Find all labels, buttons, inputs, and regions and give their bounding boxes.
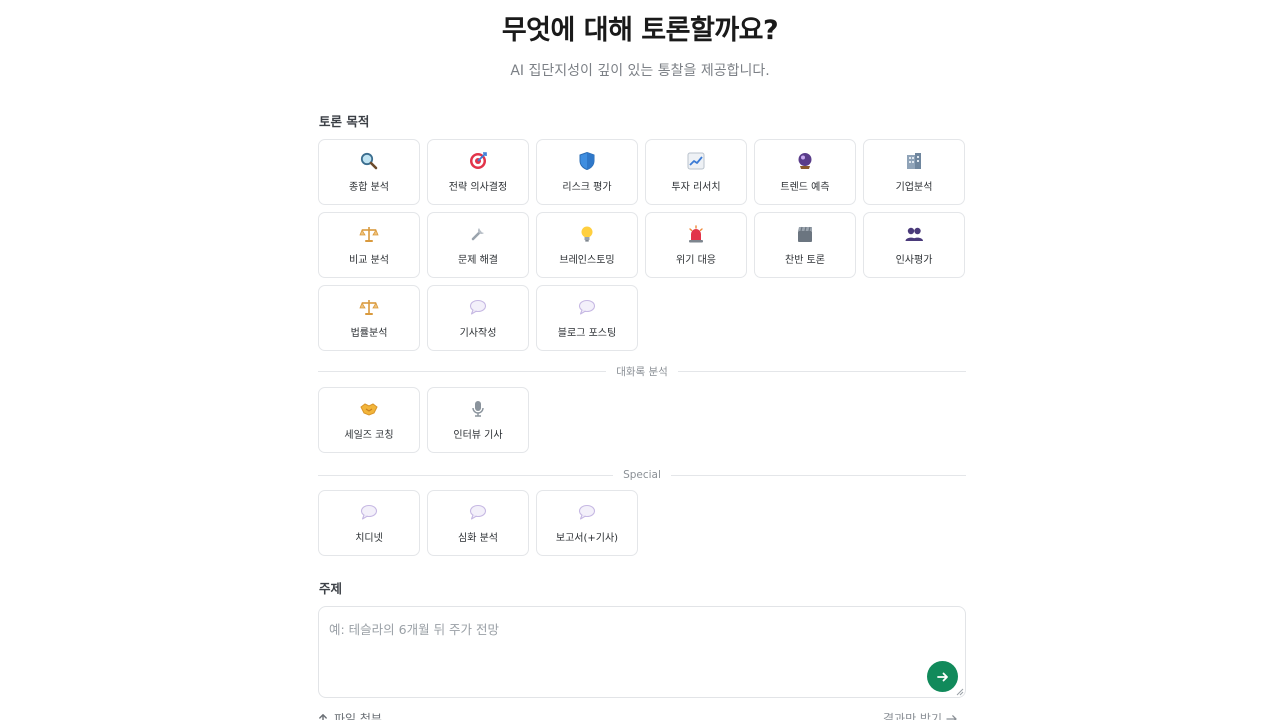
page-subtitle: AI 집단지성이 깊이 있는 통찰을 제공합니다. (510, 63, 770, 79)
handshake-icon (359, 399, 379, 419)
card-label: 심화 분석 (458, 533, 498, 544)
topic-label: 주제 (319, 581, 343, 596)
speech-bubble-icon (577, 502, 597, 522)
card-리스크-평가[interactable]: 리스크 평가 (536, 139, 638, 205)
purpose-section-label: 토론 목적 (319, 114, 370, 129)
page: 무엇에 대해 토론할까요? AI 집단지성이 깊이 있는 통찰을 제공합니다. … (0, 0, 1280, 720)
card-label: 전략 의사결정 (448, 182, 508, 193)
card-label: 보고서(+기사) (555, 533, 619, 544)
people-icon (904, 224, 924, 244)
card-심화-분석[interactable]: 심화 분석 (427, 490, 529, 556)
divider-line (318, 474, 614, 476)
speech-bubble-icon (577, 297, 597, 317)
card-label: 브레인스토밍 (559, 255, 615, 266)
microphone-icon (468, 399, 488, 419)
building-icon (904, 151, 924, 171)
speech-bubble-icon (468, 297, 488, 317)
scale-icon (359, 224, 379, 244)
card-투자-리서치[interactable]: 투자 리서치 (645, 139, 747, 205)
card-기업분석[interactable]: 기업분석 (863, 139, 965, 205)
attach-file-button[interactable]: 파일 첨부 (318, 710, 382, 720)
card-보고서-기사[interactable]: 보고서(+기사) (536, 490, 638, 556)
card-종합-분석[interactable]: 종합 분석 (318, 139, 420, 205)
card-label: 기사작성 (459, 328, 497, 339)
special-divider: Special (318, 468, 966, 482)
divider-line (670, 474, 966, 476)
card-브레인스토밍[interactable]: 브레인스토밍 (536, 212, 638, 278)
card-label: 종합 분석 (349, 182, 389, 193)
special-grid: 치디넷 심화 분석 보고서(+기사) (318, 490, 966, 556)
clapperboard-icon (795, 224, 815, 244)
card-label: 인터뷰 기사 (453, 430, 503, 441)
special-divider-label: Special (623, 469, 661, 481)
card-인사평가[interactable]: 인사평가 (863, 212, 965, 278)
card-트렌드-예측[interactable]: 트렌드 예측 (754, 139, 856, 205)
card-label: 리스크 평가 (562, 182, 612, 193)
card-label: 블로그 포스팅 (557, 328, 617, 339)
card-label: 찬반 토론 (785, 255, 825, 266)
page-title: 무엇에 대해 토론할까요? (501, 15, 779, 46)
card-label: 치디넷 (355, 533, 383, 544)
card-label: 위기 대응 (676, 255, 716, 266)
crystal-ball-icon (795, 151, 815, 171)
card-label: 투자 리서치 (671, 182, 721, 193)
resize-grip-icon[interactable] (955, 687, 964, 696)
purpose-grid: 종합 분석 전략 의사결정 리스크 평가 투자 리서치 트렌드 예측 기업분석비교 분석 문… (318, 139, 966, 351)
card-기사작성[interactable]: 기사작성 (427, 285, 529, 351)
card-위기-대응[interactable]: 위기 대응 (645, 212, 747, 278)
divider-line (318, 370, 607, 372)
card-label: 기업분석 (895, 182, 933, 193)
topic-input[interactable] (329, 619, 929, 689)
card-법률분석[interactable]: 법률분석 (318, 285, 420, 351)
arrow-right-icon (936, 672, 948, 681)
conversation-divider: 대화록 분석 (318, 364, 967, 378)
card-label: 비교 분석 (349, 255, 389, 266)
arrow-right-icon (946, 714, 957, 720)
wrench-icon (468, 224, 488, 244)
shield-icon (577, 151, 597, 171)
card-전략-의사결정[interactable]: 전략 의사결정 (427, 139, 529, 205)
chart-icon (686, 151, 706, 171)
card-label: 인사평가 (895, 255, 933, 266)
card-인터뷰-기사[interactable]: 인터뷰 기사 (427, 387, 529, 453)
card-label: 문제 해결 (458, 255, 498, 266)
results-only-button[interactable]: 결과만 받기 (883, 710, 958, 720)
card-label: 트렌드 예측 (780, 182, 830, 193)
siren-icon (686, 224, 706, 244)
lightbulb-icon (577, 224, 597, 244)
topic-box (318, 606, 966, 698)
card-비교-분석[interactable]: 비교 분석 (318, 212, 420, 278)
send-button[interactable] (927, 661, 958, 692)
conversation-divider-label: 대화록 분석 (616, 365, 668, 378)
upload-arrow-icon (319, 714, 327, 720)
scale-icon (359, 297, 379, 317)
target-icon (468, 151, 488, 171)
conversation-grid: 세일즈 코칭 인터뷰 기사 (318, 387, 966, 453)
card-label: 법률분석 (350, 328, 388, 339)
results-only-label: 결과만 받기 (882, 712, 942, 720)
speech-bubble-icon (359, 502, 379, 522)
card-세일즈-코칭[interactable]: 세일즈 코칭 (318, 387, 420, 453)
card-문제-해결[interactable]: 문제 해결 (427, 212, 529, 278)
divider-line (677, 370, 967, 372)
magnifier-icon (359, 151, 379, 171)
card-찬반-토론[interactable]: 찬반 토론 (754, 212, 856, 278)
card-치디넷[interactable]: 치디넷 (318, 490, 420, 556)
speech-bubble-icon (468, 502, 488, 522)
card-블로그-포스팅[interactable]: 블로그 포스팅 (536, 285, 638, 351)
card-label: 세일즈 코칭 (344, 430, 394, 441)
attach-file-label: 파일 첨부 (334, 712, 382, 720)
